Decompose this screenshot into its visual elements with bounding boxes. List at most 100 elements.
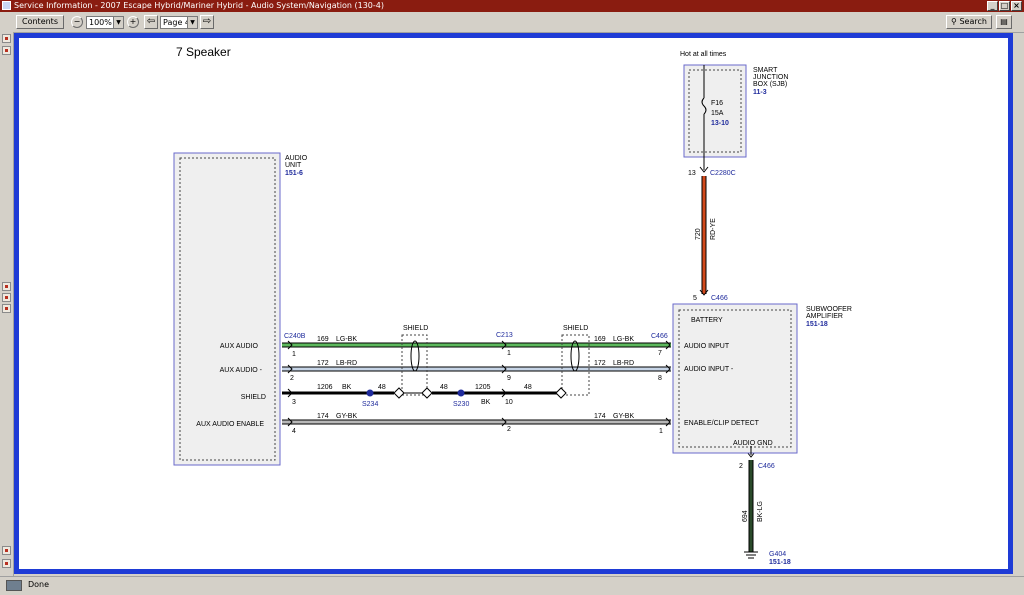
status-text: Done [28,580,50,589]
inline-connector-pin: 9 [507,375,511,382]
bookmark-icon[interactable] [2,293,11,302]
wire-circuit: 174 [317,413,329,420]
wire-color: LG-BK [613,336,634,343]
nav-icon[interactable] [2,34,11,43]
inline-connector-name: C213 [496,332,513,339]
wire-segment: 48 [378,384,386,391]
shield-label: SHIELD [563,325,588,332]
audio-unit-pin: 1 [292,351,296,358]
wire-color: BK [342,384,352,391]
inline-connector-pin: 1 [507,350,511,357]
page-value: Page 4 [163,18,190,27]
window-title: Service Information - 2007 Escape Hybrid… [14,1,384,10]
wire-circuit: 169 [317,336,329,343]
search-button-label: Search [959,17,987,26]
wire-color: BK [481,399,491,406]
wire-circuit: 174 [594,413,606,420]
wire-circuit: 169 [594,336,606,343]
toolbar: Contents − 100% ▼ + ⇦ Page 4 ▼ ⇨ ⚲ Search … [0,12,1024,33]
amplifier-box [672,303,798,454]
amplifier-pin-label: AUDIO INPUT [684,343,730,350]
ground-symbol-icon [744,551,758,559]
audio-unit-name-line2: UNIT [285,162,302,169]
audio-unit-pin-label: AUX AUDIO [220,343,259,350]
wire-segment: 48 [524,384,532,391]
contents-button[interactable]: Contents [16,15,64,29]
gnd-pin: 2 [739,463,743,470]
amplifier-ref: 151-18 [806,321,828,328]
bookmark-icon[interactable] [2,304,11,313]
wiring-diagram: 7 Speaker Hot at all times SMART JUNCTIO… [173,45,852,566]
sjb-name-line1: SMART [753,67,778,74]
feed-wire-color: RD-YE [710,218,717,240]
next-page-icon[interactable]: ⇨ [200,15,214,29]
wire-circuit: 1206 [317,384,333,391]
statusbar: Done [0,576,1024,595]
wiring-diagram-canvas: 7 Speaker Hot at all times SMART JUNCTIO… [19,38,1008,569]
ground-ref: 151-18 [769,559,791,566]
inline-connector-pin: 2 [507,426,511,433]
splice-label: S230 [453,401,469,408]
sjb-connector: C2280C [710,170,736,177]
shield-drain [393,387,405,399]
audio-unit-ref: 151-6 [285,170,303,177]
zoom-select[interactable]: 100% ▼ [86,16,124,29]
status-icon [6,580,22,591]
amplifier-pin-label: ENABLE/CLIP DETECT [684,420,760,427]
amplifier-pin: 7 [658,350,662,357]
splice-s230 [457,389,465,397]
splice-label: S234 [362,401,378,408]
zoom-out-icon[interactable]: − [71,16,83,28]
amplifier-name-line1: SUBWOOFER [806,306,852,313]
contents-button-label: Contents [22,17,58,26]
fuse-ref: 13-10 [711,120,729,127]
sjb-hot-label: Hot at all times [680,51,727,58]
audio-unit-connector: C240B [284,333,306,340]
splice-s234 [366,389,374,397]
diagram-title: 7 Speaker [176,45,231,59]
amplifier-battery-label: BATTERY [691,317,723,324]
tool-icon[interactable] [2,546,11,555]
amplifier-name-line2: AMPLIFIER [806,313,843,320]
bookmark-icon[interactable] [2,282,11,291]
ground-wire-circuit: 694 [742,510,749,522]
shield-drain [555,387,567,399]
zoom-value: 100% [89,18,112,27]
chevron-down-icon: ▼ [113,17,123,28]
print-icon[interactable]: ▤ [996,15,1012,29]
previous-page-icon[interactable]: ⇦ [144,15,158,29]
audio-unit-pin-label: AUX AUDIO - [220,367,263,374]
maximize-button[interactable]: □ [999,1,1010,11]
wire-color: LB-RD [613,360,634,367]
fuse-rating: 15A [711,110,724,117]
nav-icon[interactable] [2,46,11,55]
audio-unit-pin: 3 [292,399,296,406]
wire-segment: 48 [440,384,448,391]
wire-circuit: 172 [594,360,606,367]
gnd-connector: C466 [758,463,775,470]
ground-wire-color: BK-LG [757,501,764,522]
wire-circuit: 172 [317,360,329,367]
app-icon [2,1,11,10]
shield-label: SHIELD [403,325,428,332]
audio-unit-pin-label: SHIELD [241,394,266,401]
sjb-ref: 11-3 [753,89,767,96]
amplifier-pin-label: AUDIO INPUT - [684,366,734,373]
audio-unit-pin-label: AUX AUDIO ENABLE [196,421,264,428]
amplifier-battery-pin: 5 [693,295,697,302]
amplifier-connector: C466 [711,295,728,302]
amplifier-pin: 1 [659,428,663,435]
tool-icon[interactable] [2,559,11,568]
wire-circuit: 1205 [475,384,491,391]
fuse-name: F16 [711,100,723,107]
window-titlebar: Service Information - 2007 Escape Hybrid… [0,0,1024,12]
search-button[interactable]: ⚲ Search [946,15,992,29]
amplifier-pin: 8 [658,375,662,382]
page-select[interactable]: Page 4 ▼ [160,16,198,29]
ground-name: G404 [769,551,786,558]
zoom-in-icon[interactable]: + [127,16,139,28]
close-button[interactable]: × [1011,1,1022,11]
wire-color: GY-BK [336,413,357,420]
minimize-button[interactable]: _ [987,1,998,11]
left-navigation-strip [0,32,14,576]
